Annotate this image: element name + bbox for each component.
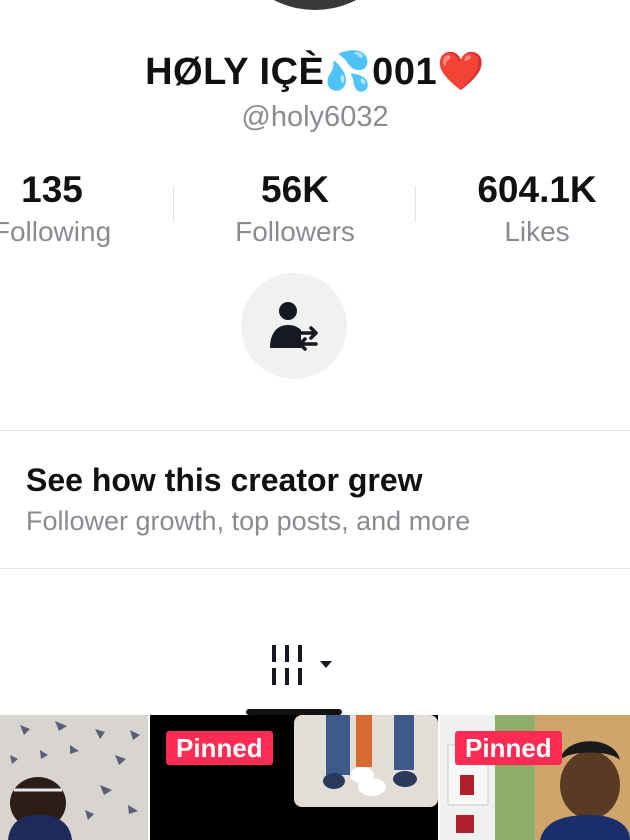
grid-dropdown-icon[interactable] bbox=[268, 643, 338, 689]
stat-followers[interactable]: 56K Followers bbox=[195, 168, 395, 252]
profile-handle: @holy6032 bbox=[241, 101, 389, 133]
stat-likes[interactable]: 604.1K Likes bbox=[437, 168, 630, 252]
pinned-badge: Pinned bbox=[166, 731, 273, 765]
following-count: 135 bbox=[21, 169, 83, 210]
video-thumbnail-image bbox=[0, 715, 148, 840]
user-switch-icon bbox=[270, 302, 318, 351]
pinned-badge: Pinned bbox=[455, 731, 562, 765]
profile-name: HØLY IÇÈ💦001❤️ bbox=[145, 51, 485, 93]
avatar[interactable] bbox=[225, 0, 405, 10]
switch-account-button[interactable] bbox=[241, 273, 347, 379]
likes-label: Likes bbox=[504, 216, 570, 247]
following-label: Following bbox=[0, 216, 112, 247]
video-thumbnail[interactable]: Pinned bbox=[150, 715, 438, 840]
likes-count: 604.1K bbox=[477, 169, 597, 210]
stat-following[interactable]: 135 Following bbox=[0, 168, 152, 252]
stat-divider bbox=[173, 186, 174, 222]
divider bbox=[0, 568, 630, 569]
video-thumbnail[interactable]: Pinned bbox=[440, 715, 630, 840]
divider bbox=[0, 430, 630, 431]
followers-label: Followers bbox=[235, 216, 355, 247]
creator-insights-title[interactable]: See how this creator grew bbox=[26, 462, 423, 499]
video-thumbnail[interactable] bbox=[0, 715, 148, 840]
creator-insights-subtitle: Follower growth, top posts, and more bbox=[26, 506, 471, 536]
stat-divider bbox=[415, 186, 416, 222]
followers-count: 56K bbox=[261, 169, 329, 210]
